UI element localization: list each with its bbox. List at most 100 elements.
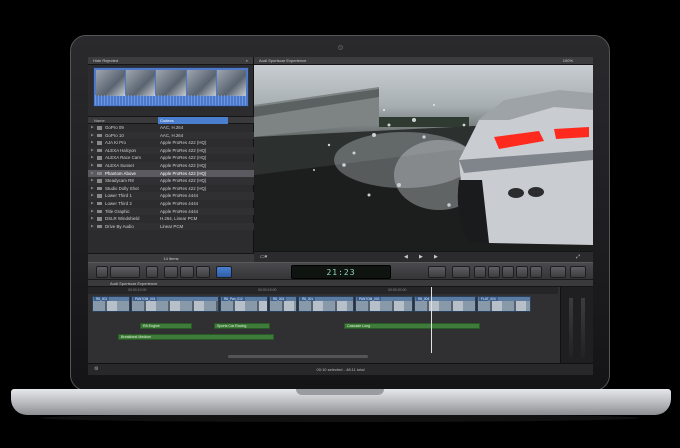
list-item[interactable]: ▶ ALEXA Sunset Apple ProRes 422 (HQ) <box>88 161 254 170</box>
list-item[interactable]: ▶ GoPro 09 AAC, H.264 <box>88 124 254 132</box>
stage: Hide Rejected ⌕ Name Codecs ▶ GoPro 09 AAC… <box>0 0 680 448</box>
forward-icon[interactable]: ▶ <box>434 254 438 260</box>
viewer: Audi Sportscar Experience 100% ▭▾ ◀ ▶ ▶ … <box>254 57 593 262</box>
timeline-scrollbar[interactable] <box>228 355 368 358</box>
timeline-clip[interactable]: R8_003 <box>269 296 297 312</box>
clip-label: FLAT_004 <box>479 297 498 301</box>
titles-button[interactable] <box>502 266 514 278</box>
status-bar: ⚙ 00:10 selected - 48:11 total <box>88 363 593 375</box>
disclosure-icon[interactable]: ▶ <box>91 208 94 216</box>
disclosure-icon[interactable]: ▶ <box>91 215 94 223</box>
list-item[interactable]: ▶ Title Graphic Apple ProRes 4444 <box>88 207 254 216</box>
clip-label: PANTOM_001 <box>133 297 158 301</box>
overwrite-button[interactable] <box>196 266 210 278</box>
disclosure-icon[interactable]: ▶ <box>91 200 94 208</box>
hide-rejected-label[interactable]: Hide Rejected <box>93 58 118 63</box>
timeline-clip[interactable]: PANTOM_002 <box>355 296 413 312</box>
clip-icon <box>97 186 102 191</box>
tools-button[interactable] <box>428 266 446 278</box>
list-item[interactable]: ▶ Lower Third 2 Apple ProRes 4444 <box>88 200 254 208</box>
disclosure-icon[interactable]: ▶ <box>91 223 94 231</box>
themes-button[interactable] <box>530 266 542 278</box>
back-icon[interactable]: ◀ <box>404 254 408 260</box>
key-icon[interactable] <box>146 266 158 278</box>
generators-button[interactable] <box>516 266 528 278</box>
audio-clip[interactable]: Sports Car Racing <box>214 323 270 329</box>
clip-list: ▶ GoPro 09 AAC, H.264 ▶ GoPro 10 AAC, H.264 ▶ A… <box>88 124 254 231</box>
list-item[interactable]: ▶ AJA Ki Pro Apple ProRes 422 (HQ) <box>88 139 254 147</box>
play-icon[interactable]: ▶ <box>419 254 423 260</box>
laptop-shadow <box>40 414 640 422</box>
disclosure-icon[interactable]: ▶ <box>91 162 94 170</box>
timeline-ruler[interactable]: 00:00:10:00 00:00:15:00 00:00:20:00 <box>88 287 558 294</box>
list-item[interactable]: ▶ Phantom Above Apple ProRes 422 (HQ) <box>88 169 254 178</box>
clip-name: Studio Dolly Shot <box>105 185 139 191</box>
timeline-clip[interactable]: R8_Pan_012 <box>220 296 268 312</box>
audio-clip[interactable]: Breakbeat Medium <box>118 334 274 340</box>
timeline-clip[interactable]: R8_001 <box>298 296 354 312</box>
transitions-button[interactable] <box>570 266 586 278</box>
disclosure-icon[interactable]: ▶ <box>91 170 94 178</box>
disclosure-icon[interactable]: ▶ <box>91 124 94 132</box>
disclosure-icon[interactable]: ▶ <box>91 154 94 162</box>
viewer-header: Audi Sportscar Experience 100% <box>254 57 593 65</box>
list-item[interactable]: ▶ ALEXA Halcyon Apple ProRes 422 (HQ) <box>88 146 254 155</box>
insert-button[interactable] <box>180 266 194 278</box>
timeline-clip[interactable]: R8_004 <box>414 296 476 312</box>
list-item[interactable]: ▶ GoPro 10 AAC, H.264 <box>88 131 254 140</box>
append-button[interactable] <box>164 266 178 278</box>
music-button[interactable] <box>488 266 500 278</box>
column-codecs[interactable]: Codecs <box>158 117 228 124</box>
clip-label: PANTOM_002 <box>357 297 382 301</box>
clip-icon <box>97 141 102 145</box>
list-item[interactable]: ▶ Steadycam R8 Apple ProRes 422 (HQ) <box>88 177 254 185</box>
clip-name: Steadycam R8 <box>105 178 134 184</box>
list-item[interactable]: ▶ Studio Dolly Shot Apple ProRes 422 (HQ) <box>88 185 254 193</box>
clip-label: R8_001 <box>300 297 316 301</box>
disclosure-icon[interactable]: ▶ <box>91 147 94 155</box>
import-button[interactable] <box>96 266 108 278</box>
disclosure-icon[interactable]: ▶ <box>91 192 94 200</box>
filmstrip-thumb <box>156 70 186 96</box>
clip-icon <box>97 194 102 198</box>
select-tool-button[interactable] <box>216 266 232 278</box>
enhance-button[interactable] <box>452 266 470 278</box>
view-options-icon[interactable]: ▭▾ <box>260 254 267 260</box>
timeline-clip[interactable]: FLAT_004 <box>477 296 531 312</box>
column-name[interactable]: Name <box>94 117 105 124</box>
disclosure-icon[interactable]: ▶ <box>91 177 94 185</box>
list-item[interactable]: ▶ Lower Third 1 Apple ProRes 4444 <box>88 192 254 200</box>
clip-codec: AAC, H.264 <box>160 132 184 138</box>
timeline-clip[interactable]: R8_001 <box>92 296 130 312</box>
clip-codec: Apple ProRes 422 (HQ) <box>160 170 207 176</box>
zoom-level[interactable]: 100% <box>563 57 573 65</box>
clip-codec: Linear PCM <box>160 223 184 229</box>
clip-name: Lower Third 1 <box>105 193 132 199</box>
disclosure-icon[interactable]: ▶ <box>91 132 94 140</box>
effects-button[interactable] <box>550 266 566 278</box>
clip-codec: Apple ProRes 422 (HQ) <box>160 147 207 153</box>
disclosure-icon[interactable]: ▶ <box>91 139 94 147</box>
audio-meter-left <box>569 298 573 358</box>
dashboard-timecode[interactable]: 21:23 <box>291 265 391 279</box>
audio-meters <box>560 287 593 363</box>
list-item[interactable]: ▶ Drive By Audio Linear PCM <box>88 222 254 231</box>
clip-codec: Apple ProRes 4444 <box>160 208 199 214</box>
filmstrip-thumb <box>96 70 126 96</box>
disclosure-icon[interactable]: ▶ <box>91 185 94 193</box>
video-frame[interactable] <box>254 65 593 251</box>
viewer-title: Audi Sportscar Experience <box>259 58 307 63</box>
photos-button[interactable] <box>474 266 486 278</box>
filmstrip-thumb <box>126 70 156 96</box>
timeline: Audi Sportscar Experience 00:00:10:00 00… <box>88 280 593 363</box>
search-icon[interactable]: ⌕ <box>246 57 248 65</box>
clip-codec: Apple ProRes 422 (HQ) <box>160 155 207 161</box>
list-item[interactable]: ▶ DSLR Windshield H.264, Linear PCM <box>88 215 254 223</box>
playhead[interactable] <box>431 287 432 353</box>
audio-clip[interactable]: R8 Engine <box>140 323 192 329</box>
audio-clip[interactable]: Cascade Long <box>344 323 480 329</box>
timeline-clip[interactable]: PANTOM_001 <box>131 296 219 312</box>
fullscreen-icon[interactable]: ⤢ <box>576 254 580 260</box>
library-button[interactable] <box>110 266 140 278</box>
list-item[interactable]: ▶ ALEXA Race Cam Apple ProRes 422 (HQ) <box>88 154 254 162</box>
